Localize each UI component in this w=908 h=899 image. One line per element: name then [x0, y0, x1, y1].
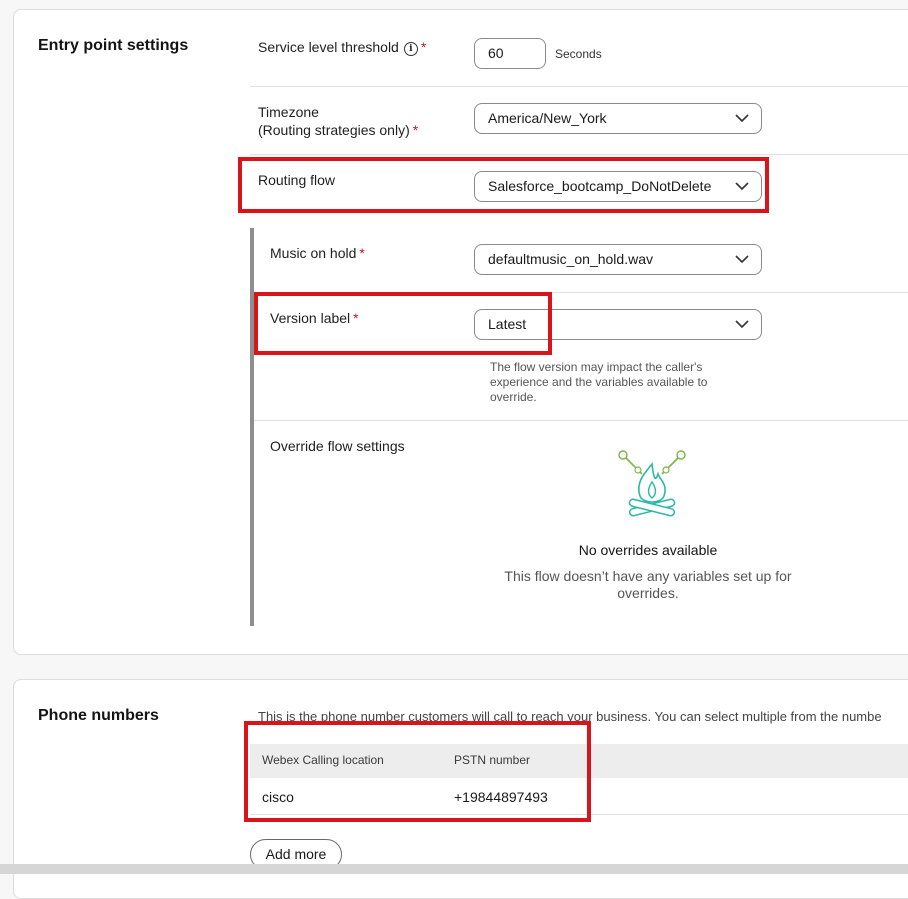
- service-level-input[interactable]: 60: [474, 38, 546, 69]
- service-level-unit: Seconds: [555, 47, 602, 61]
- divider: [250, 154, 908, 155]
- version-helper-line3: override.: [490, 390, 537, 404]
- divider: [250, 86, 908, 87]
- music-on-hold-label-text: Music on hold: [270, 245, 357, 261]
- section-title-entry-point: Entry point settings: [38, 37, 189, 54]
- section-title-phone-numbers: Phone numbers: [38, 707, 159, 724]
- highlight-version-label: [254, 292, 552, 355]
- required-asterisk: *: [420, 39, 427, 55]
- timezone-select[interactable]: America/New_York: [474, 103, 762, 134]
- divider: [254, 420, 908, 421]
- highlight-routing-flow: [238, 157, 769, 213]
- timezone-label-line2: (Routing strategies only): [258, 122, 410, 138]
- campfire-icon: [618, 450, 686, 517]
- service-level-label-text: Service level threshold: [258, 39, 399, 55]
- chevron-down-icon: [735, 320, 749, 329]
- chevron-down-icon: [735, 114, 749, 123]
- no-overrides-desc-line2: overrides.: [617, 585, 679, 601]
- service-level-label: Service level threshold i *: [258, 38, 426, 56]
- horizontal-scrollbar[interactable]: [0, 864, 908, 874]
- highlight-phone-table: [244, 721, 591, 822]
- version-helper-line1: The flow version may impact the caller's: [490, 360, 703, 374]
- no-overrides-title: No overrides available: [578, 542, 718, 558]
- version-helper-text: The flow version may impact the caller's…: [490, 360, 707, 405]
- timezone-select-value: America/New_York: [488, 110, 607, 126]
- required-asterisk: *: [412, 122, 419, 138]
- no-overrides-description: This flow doesn’t have any variables set…: [480, 568, 816, 602]
- info-icon[interactable]: i: [403, 42, 418, 56]
- version-helper-line2: experience and the variables available t…: [490, 375, 708, 389]
- chevron-down-icon: [735, 255, 749, 264]
- override-flow-settings-label: Override flow settings: [270, 438, 405, 454]
- timezone-label-line1: Timezone: [258, 104, 319, 120]
- timezone-label: Timezone (Routing strategies only) *: [258, 103, 418, 139]
- music-on-hold-select[interactable]: defaultmusic_on_hold.wav: [474, 244, 762, 275]
- music-on-hold-label: Music on hold *: [270, 244, 365, 262]
- no-overrides-desc-line1: This flow doesn’t have any variables set…: [504, 568, 792, 584]
- music-on-hold-select-value: defaultmusic_on_hold.wav: [488, 251, 653, 267]
- required-asterisk: *: [359, 245, 365, 261]
- nested-settings-bar: [250, 228, 254, 626]
